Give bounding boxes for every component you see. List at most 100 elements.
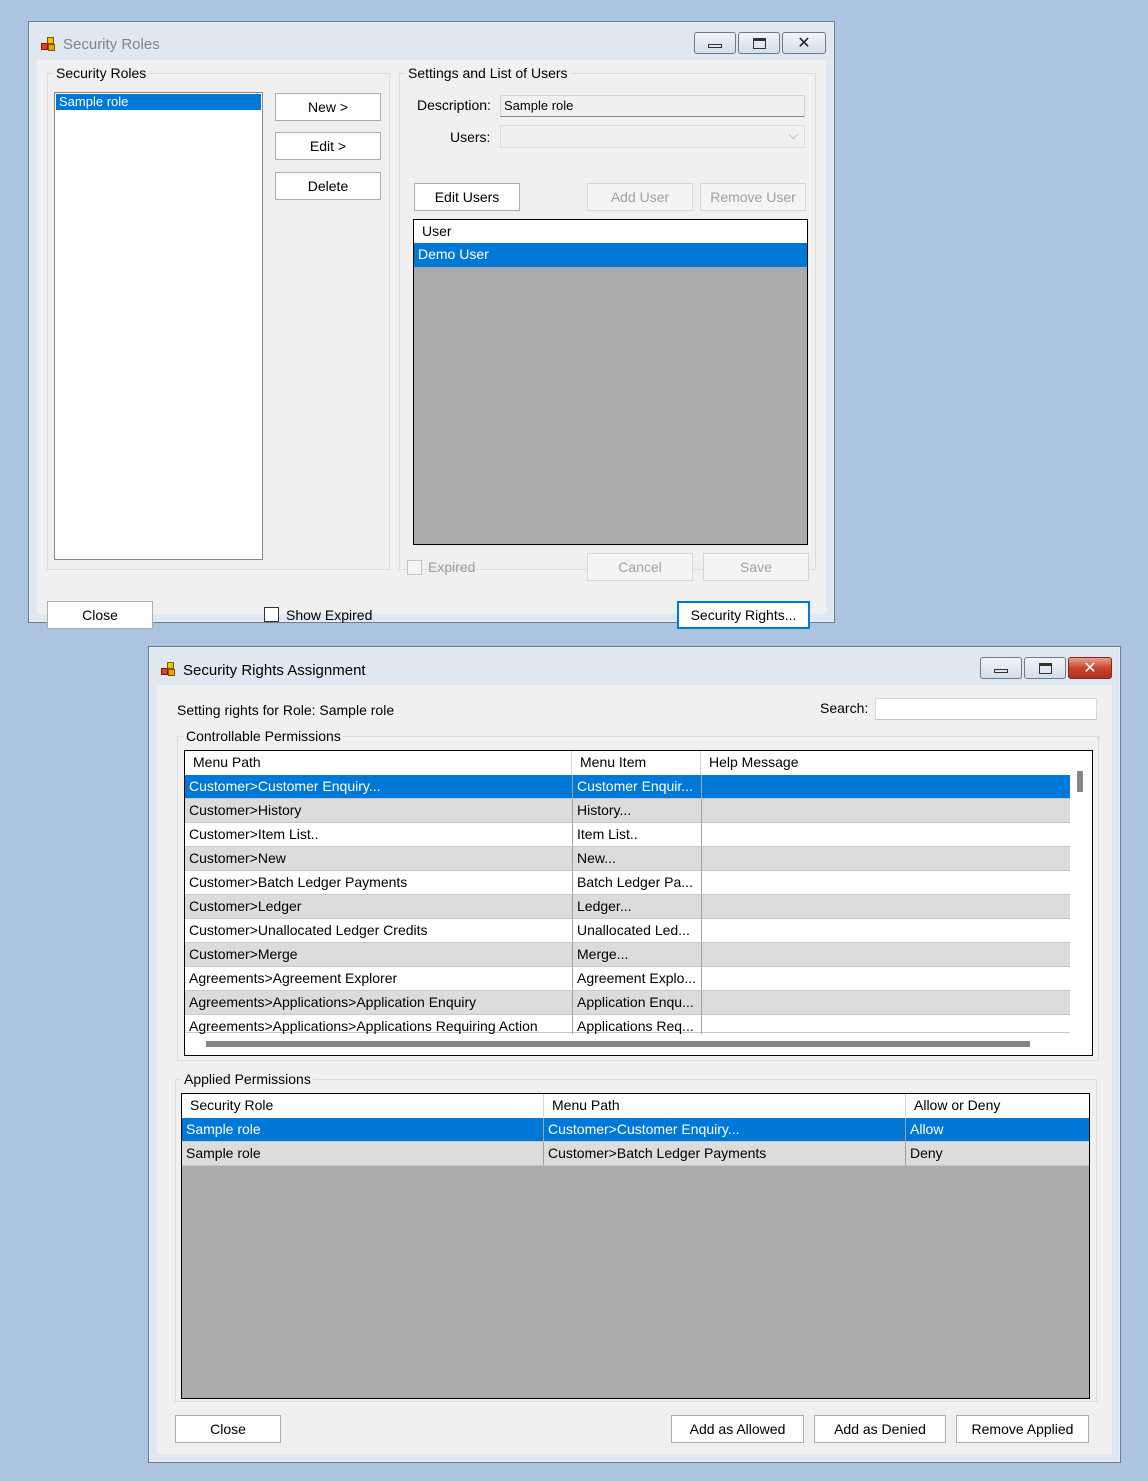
table-row[interactable]: Customer>Ledger Ledger... (185, 895, 1070, 919)
menu-path-cell: Agreements>Agreement Explorer (185, 967, 573, 990)
help-message-cell (702, 799, 1070, 822)
search-label: Search: (820, 700, 869, 716)
close-window-button[interactable]: ✕ (1068, 657, 1112, 679)
menu-path-cell: Customer>Batch Ledger Payments (185, 871, 573, 894)
title-bar[interactable]: Security Roles ✕ (29, 22, 834, 60)
menu-path-cell: Customer>History (185, 799, 573, 822)
remove-user-button[interactable]: Remove User (700, 183, 806, 211)
help-message-cell (702, 895, 1070, 918)
menu-item-cell: Merge... (573, 943, 702, 966)
security-rights-window: Security Rights Assignment ✕ Setting rig… (148, 646, 1121, 1463)
maximize-icon (752, 37, 766, 49)
column-header-allow-or-deny[interactable]: Allow or Deny (910, 1094, 1088, 1117)
save-button[interactable]: Save (703, 553, 809, 581)
remove-applied-button[interactable]: Remove Applied (956, 1415, 1089, 1443)
applied-permissions-grid[interactable]: Security Role Menu Path Allow or Deny Sa… (181, 1093, 1090, 1399)
title-bar[interactable]: Security Rights Assignment ✕ (149, 647, 1120, 685)
delete-role-button[interactable]: Delete (275, 172, 381, 200)
menu-item-cell: Application Enqu... (573, 991, 702, 1014)
menu-path-cell: Customer>Ledger (185, 895, 573, 918)
description-field[interactable]: Sample role (500, 95, 805, 117)
help-message-cell (702, 775, 1070, 798)
help-message-cell (702, 823, 1070, 846)
close-window-button[interactable]: ✕ (782, 32, 826, 54)
app-icon (41, 37, 57, 53)
column-header-menu-path[interactable]: Menu Path (548, 1094, 906, 1117)
roles-client-area: Security Roles Sample role New > Edit > … (37, 60, 826, 629)
table-row[interactable]: Agreements>Agreement Explorer Agreement E… (185, 967, 1070, 991)
minimize-button[interactable] (694, 32, 736, 54)
minimize-icon (994, 669, 1008, 673)
menu-path-cell: Customer>Unallocated Ledger Credits (185, 919, 573, 942)
help-message-cell (702, 871, 1070, 894)
menu-item-cell: History... (573, 799, 702, 822)
new-role-button[interactable]: New > (275, 93, 381, 121)
menu-path-cell: Customer>Merge (185, 943, 573, 966)
window-title: Security Rights Assignment (183, 662, 366, 679)
menu-item-cell: Agreement Explo... (573, 967, 702, 990)
horizontal-scrollbar-thumb[interactable] (206, 1041, 1030, 1047)
table-row[interactable]: Agreements>Applications>Application Enqu… (185, 991, 1070, 1015)
table-row[interactable]: Customer>Item List.. Item List.. (185, 823, 1070, 847)
edit-role-button[interactable]: Edit > (275, 132, 381, 160)
close-icon: ✕ (1083, 660, 1097, 677)
allow-or-deny-cell: Deny (910, 1145, 943, 1161)
show-expired-checkbox[interactable] (264, 607, 279, 622)
menu-item-cell: Ledger... (573, 895, 702, 918)
users-label: Users: (450, 129, 491, 145)
close-button[interactable]: Close (47, 601, 153, 629)
cancel-button[interactable]: Cancel (587, 553, 693, 581)
add-as-allowed-button[interactable]: Add as Allowed (671, 1415, 804, 1443)
help-message-cell (702, 847, 1070, 870)
table-row[interactable]: Customer>Batch Ledger Payments Batch Ledg… (185, 871, 1070, 895)
search-input[interactable] (875, 698, 1097, 720)
column-header-help-message[interactable]: Help Message (705, 751, 1069, 774)
maximize-button[interactable] (1024, 657, 1066, 679)
table-row[interactable]: Sample role Customer>Batch Ledger Payment… (182, 1142, 1089, 1166)
allow-or-deny-cell: Allow (910, 1121, 944, 1137)
help-message-cell (702, 991, 1070, 1014)
maximize-button[interactable] (738, 32, 780, 54)
table-row[interactable]: Demo User (414, 243, 807, 267)
security-rights-button[interactable]: Security Rights... (677, 601, 810, 629)
table-row[interactable]: Customer>Merge Merge... (185, 943, 1070, 967)
help-message-cell (702, 967, 1070, 990)
vertical-scrollbar[interactable] (1070, 751, 1092, 1034)
role-caption: Setting rights for Role: Sample role (177, 702, 395, 718)
controllable-permissions-grid[interactable]: Menu Path Menu Item Help Message Custome… (184, 750, 1093, 1056)
table-row[interactable]: Customer>Unallocated Ledger Credits Unall… (185, 919, 1070, 943)
users-grid-header: User (414, 220, 807, 243)
edit-users-button[interactable]: Edit Users (414, 183, 520, 211)
group-label: Applied Permissions (182, 1071, 313, 1087)
users-grid[interactable]: User Demo User (413, 219, 808, 545)
table-row[interactable]: Customer>Customer Enquiry... Customer Enq… (185, 775, 1070, 799)
minimize-button[interactable] (980, 657, 1022, 679)
menu-item-cell: Item List.. (573, 823, 702, 846)
add-user-button[interactable]: Add User (587, 183, 693, 211)
table-row[interactable]: Agreements>Applications>Applications Req… (185, 1015, 1070, 1038)
table-row[interactable]: Sample role Customer>Customer Enquiry... A… (182, 1118, 1089, 1142)
vertical-scrollbar-thumb[interactable] (1077, 771, 1083, 792)
roles-listbox[interactable]: Sample role (54, 92, 263, 560)
group-label: Controllable Permissions (184, 728, 343, 744)
column-header-security-role[interactable]: Security Role (186, 1094, 544, 1117)
group-label: Settings and List of Users (406, 65, 570, 81)
column-header-menu-path[interactable]: Menu Path (189, 751, 572, 774)
maximize-icon (1038, 662, 1052, 674)
security-role-cell: Sample role (182, 1142, 544, 1165)
show-expired-label: Show Expired (286, 607, 373, 623)
users-dropdown[interactable]: ⌵ (500, 125, 805, 148)
add-as-denied-button[interactable]: Add as Denied (814, 1415, 946, 1443)
expired-checkbox[interactable] (407, 560, 422, 575)
table-row[interactable]: Customer>New New... (185, 847, 1070, 871)
menu-item-cell: New... (573, 847, 702, 870)
controllable-grid-header: Menu Path Menu Item Help Message (185, 751, 1092, 775)
user-cell: Demo User (418, 246, 489, 262)
list-item[interactable]: Sample role (56, 94, 261, 110)
table-row[interactable]: Customer>History History... (185, 799, 1070, 823)
column-header-menu-item[interactable]: Menu Item (576, 751, 701, 774)
horizontal-scrollbar[interactable] (185, 1034, 1092, 1055)
column-header-user[interactable]: User (418, 220, 798, 243)
security-role-cell: Sample role (182, 1118, 544, 1141)
close-button[interactable]: Close (175, 1415, 281, 1443)
